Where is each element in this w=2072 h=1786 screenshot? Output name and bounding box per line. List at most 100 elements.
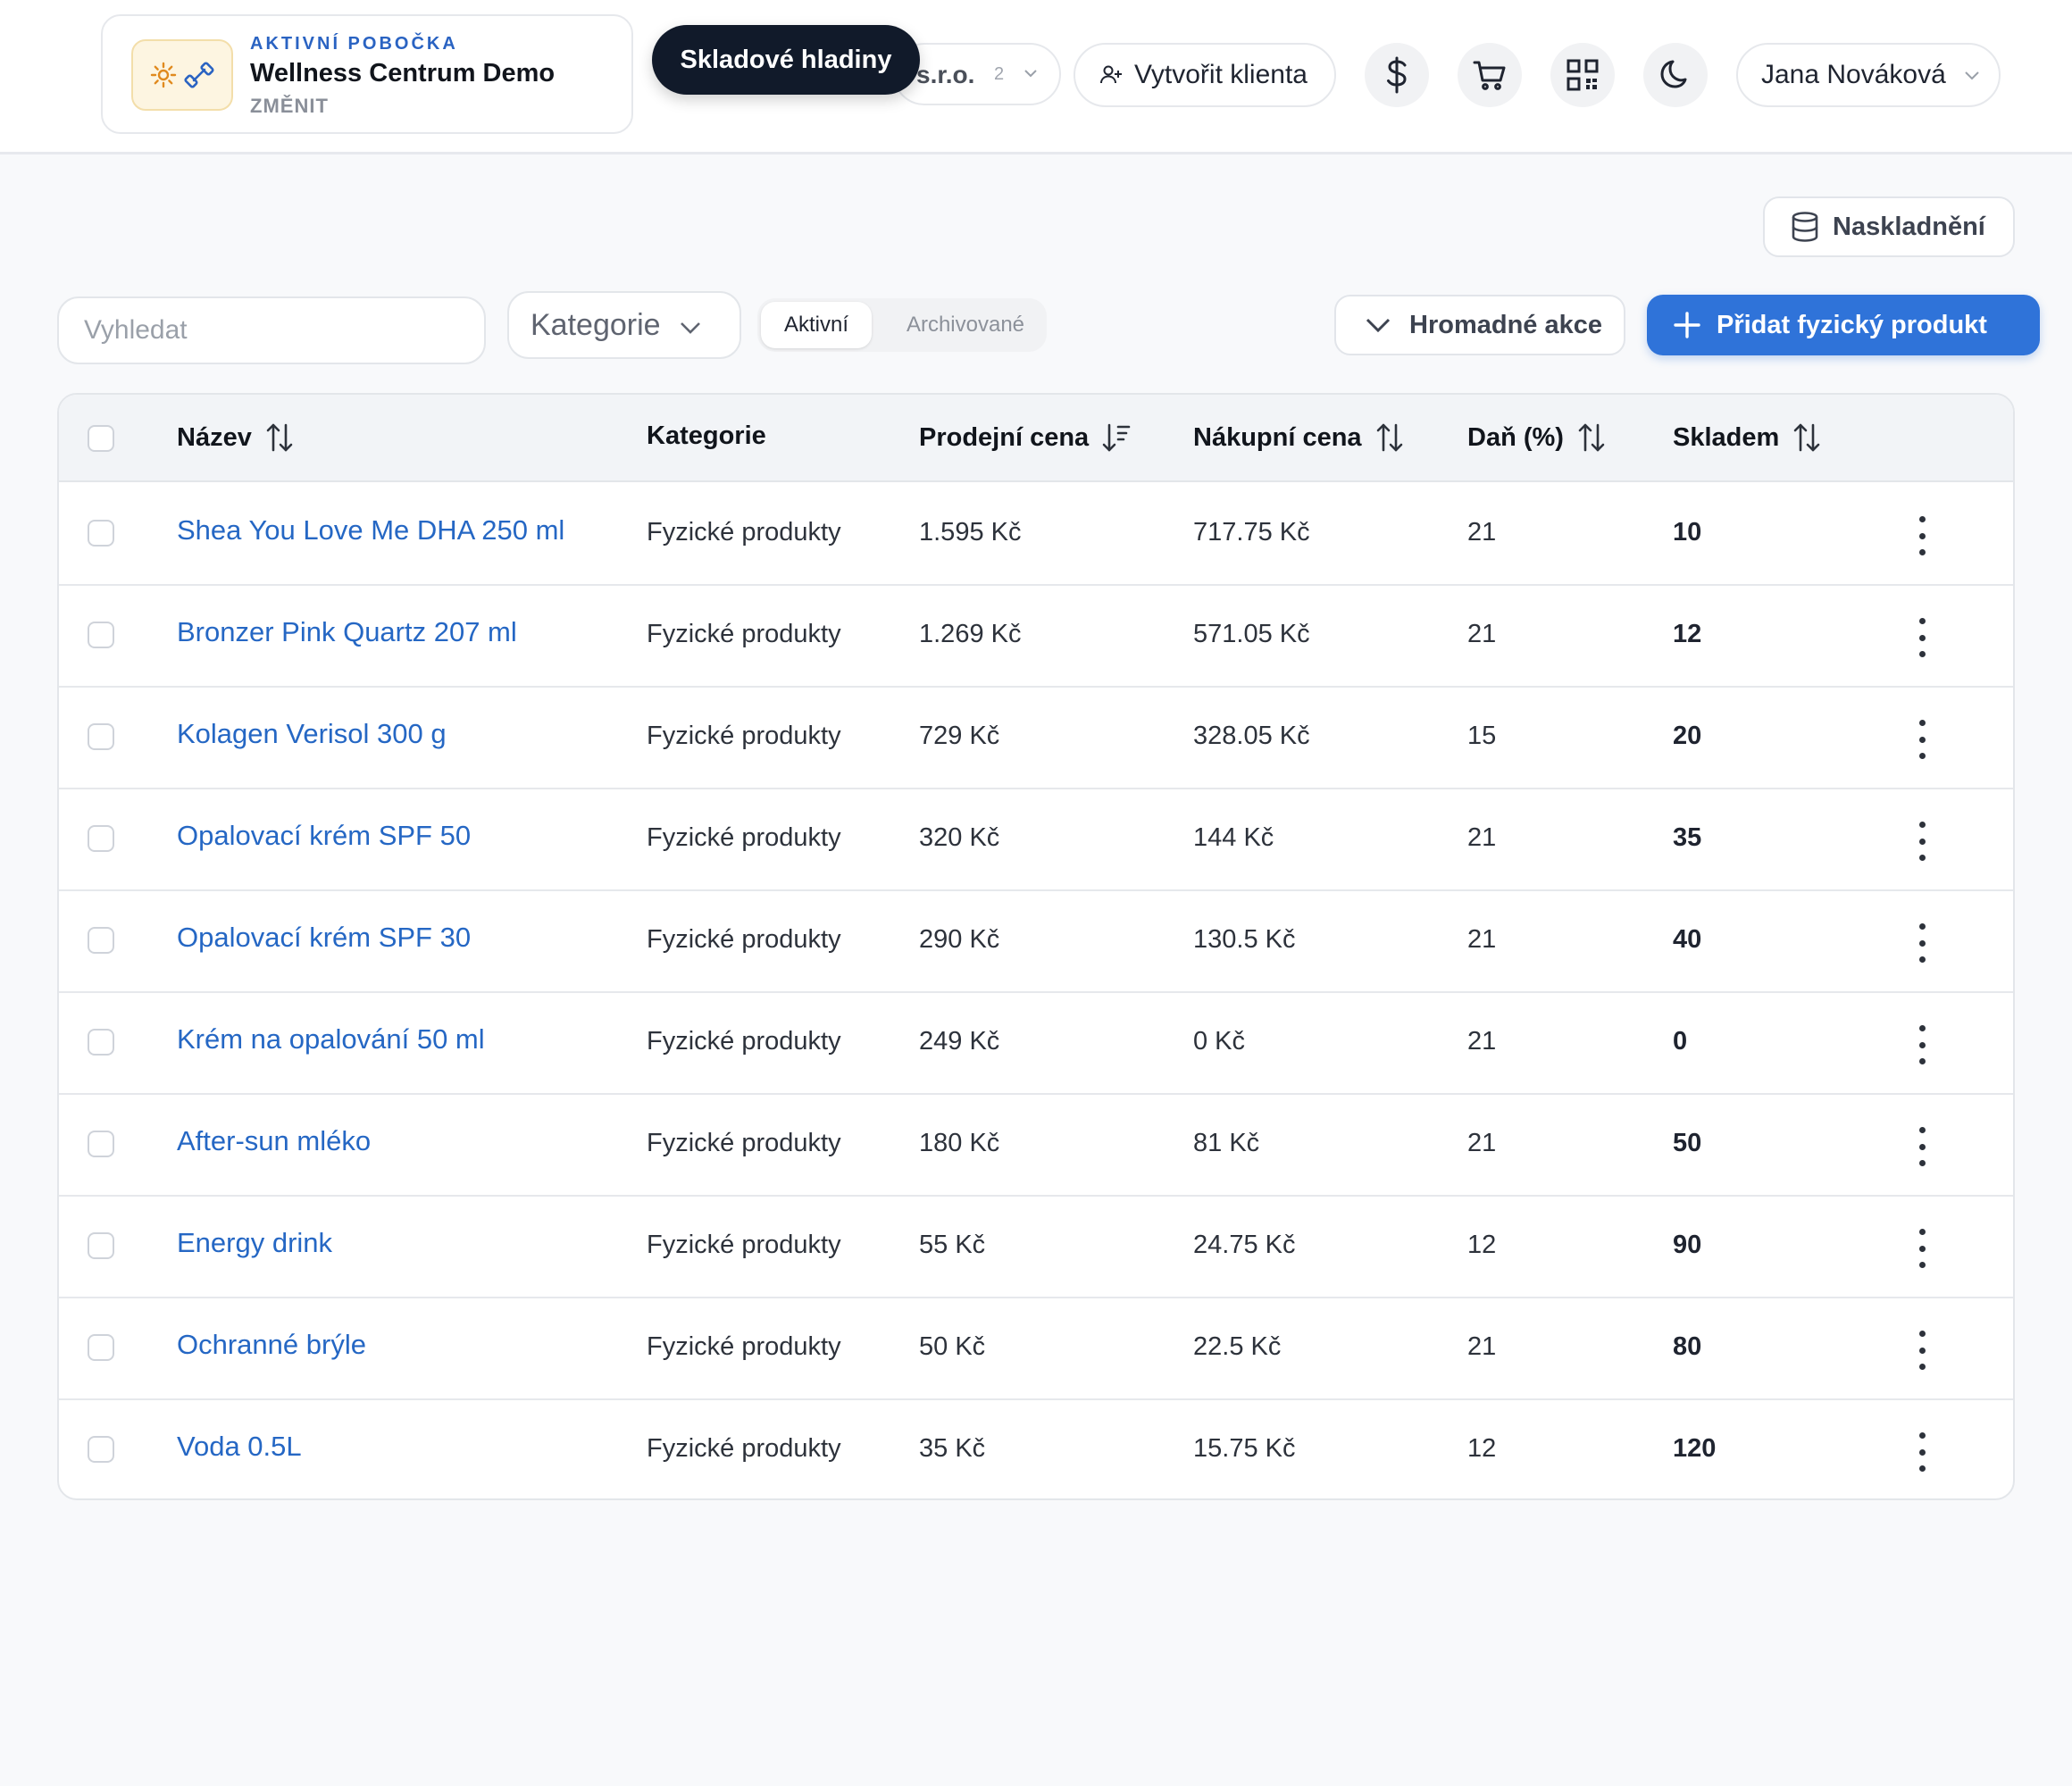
kebab-menu-icon[interactable] <box>1917 1229 1927 1268</box>
product-name-link[interactable]: After-sun mléko <box>177 1125 371 1157</box>
restock-button[interactable]: Naskladnění <box>1763 196 2015 257</box>
currency-button[interactable] <box>1365 43 1429 107</box>
select-all-checkbox[interactable] <box>88 425 114 452</box>
product-sale-price: 180 Kč <box>919 1129 1000 1157</box>
theme-toggle-button[interactable] <box>1643 43 1708 107</box>
product-tax: 12 <box>1467 1231 1497 1259</box>
column-header-category-label: Kategorie <box>647 421 766 450</box>
branch-label: AKTIVNÍ POBOČKA <box>250 34 458 54</box>
product-category: Fyzické produkty <box>647 1434 841 1463</box>
product-name-link[interactable]: Kolagen Verisol 300 g <box>177 718 447 750</box>
product-name-link[interactable]: Bronzer Pink Quartz 207 ml <box>177 616 517 648</box>
product-name-link[interactable]: Energy drink <box>177 1227 332 1259</box>
sort-icon <box>1578 423 1605 452</box>
cart-button[interactable] <box>1458 43 1522 107</box>
product-category: Fyzické produkty <box>647 1027 841 1056</box>
kebab-menu-icon[interactable] <box>1917 516 1927 555</box>
product-sale-price: 1.269 Kč <box>919 620 1022 648</box>
row-checkbox[interactable] <box>88 1436 114 1463</box>
row-checkbox[interactable] <box>88 927 114 954</box>
status-tabs: Aktivní Archivované <box>757 298 1047 352</box>
product-stock: 20 <box>1673 722 1702 750</box>
product-purchase-price: 24.75 Kč <box>1193 1231 1296 1259</box>
table-row: Opalovací krém SPF 30 Fyzické produkty 2… <box>59 889 2013 993</box>
product-purchase-price: 717.75 Kč <box>1193 518 1310 547</box>
kebab-menu-icon[interactable] <box>1917 1331 1927 1370</box>
column-header-name[interactable]: Název <box>177 421 295 454</box>
category-filter-select[interactable]: Kategorie <box>507 291 741 359</box>
table-row: Bronzer Pink Quartz 207 ml Fyzické produ… <box>59 584 2013 688</box>
product-stock: 90 <box>1673 1231 1702 1259</box>
product-sale-price: 35 Kč <box>919 1434 986 1463</box>
search-field[interactable] <box>57 296 486 364</box>
product-purchase-price: 571.05 Kč <box>1193 620 1310 648</box>
product-purchase-price: 144 Kč <box>1193 823 1274 852</box>
product-stock: 10 <box>1673 518 1702 547</box>
product-category: Fyzické produkty <box>647 518 841 547</box>
column-header-sale-price-label: Prodejní cena <box>919 422 1090 452</box>
product-sale-price: 729 Kč <box>919 722 1000 750</box>
product-purchase-price: 15.75 Kč <box>1193 1434 1296 1463</box>
kebab-menu-icon[interactable] <box>1917 1025 1927 1064</box>
row-checkbox[interactable] <box>88 520 114 547</box>
top-bar: AKTIVNÍ POBOČKA Wellness Centrum Demo ZM… <box>0 0 2072 154</box>
kebab-menu-icon[interactable] <box>1917 1127 1927 1166</box>
user-name: Jana Nováková <box>1761 60 1946 89</box>
qr-code-button[interactable] <box>1550 43 1615 107</box>
column-header-purchase-price[interactable]: Nákupní cena <box>1193 421 1405 454</box>
product-purchase-price: 130.5 Kč <box>1193 925 1296 954</box>
kebab-menu-icon[interactable] <box>1917 923 1927 963</box>
tooltip-stock-levels: Skladové hladiny <box>652 25 920 95</box>
product-name-link[interactable]: Voda 0.5L <box>177 1431 302 1463</box>
product-sale-price: 55 Kč <box>919 1231 986 1259</box>
active-branch-card[interactable]: AKTIVNÍ POBOČKA Wellness Centrum Demo ZM… <box>101 14 633 134</box>
create-client-button[interactable]: Vytvořit klienta <box>1074 43 1336 107</box>
product-tax: 21 <box>1467 1332 1497 1361</box>
column-header-tax[interactable]: Daň (%) <box>1467 421 1607 454</box>
column-header-sale-price[interactable]: Prodejní cena <box>919 421 1132 454</box>
product-sale-price: 249 Kč <box>919 1027 1000 1056</box>
kebab-menu-icon[interactable] <box>1917 618 1927 657</box>
tab-archived[interactable]: Archivované <box>890 302 1041 348</box>
kebab-menu-icon[interactable] <box>1917 720 1927 759</box>
row-checkbox[interactable] <box>88 723 114 750</box>
product-purchase-price: 81 Kč <box>1193 1129 1260 1157</box>
row-checkbox[interactable] <box>88 1232 114 1259</box>
user-menu-button[interactable]: Jana Nováková <box>1736 43 2001 107</box>
product-category: Fyzické produkty <box>647 620 841 648</box>
product-tax: 15 <box>1467 722 1497 750</box>
product-name-link[interactable]: Opalovací krém SPF 50 <box>177 820 471 852</box>
change-branch-link[interactable]: ZMĚNIT <box>250 95 329 118</box>
search-input[interactable] <box>82 314 461 346</box>
product-sale-price: 290 Kč <box>919 925 1000 954</box>
row-checkbox[interactable] <box>88 1334 114 1361</box>
product-category: Fyzické produkty <box>647 925 841 954</box>
kebab-menu-icon[interactable] <box>1917 822 1927 861</box>
row-checkbox[interactable] <box>88 1131 114 1157</box>
product-name-link[interactable]: Krém na opalování 50 ml <box>177 1023 485 1056</box>
qr-code-icon <box>1567 59 1599 91</box>
create-client-label: Vytvořit klienta <box>1134 60 1308 89</box>
table-row: Krém na opalování 50 ml Fyzické produkty… <box>59 991 2013 1095</box>
bulk-actions-button[interactable]: Hromadné akce <box>1334 295 1625 355</box>
product-name-link[interactable]: Opalovací krém SPF 30 <box>177 922 471 954</box>
database-icon <box>1792 212 1818 242</box>
row-checkbox[interactable] <box>88 825 114 852</box>
product-tax: 21 <box>1467 925 1497 954</box>
row-checkbox[interactable] <box>88 1029 114 1056</box>
tab-active[interactable]: Aktivní <box>761 302 872 348</box>
product-name-link[interactable]: Shea You Love Me DHA 250 ml <box>177 514 564 547</box>
restock-label: Naskladnění <box>1833 212 1985 241</box>
product-name-link[interactable]: Ochranné brýle <box>177 1329 366 1361</box>
add-physical-product-button[interactable]: Přidat fyzický produkt <box>1647 295 2040 355</box>
product-purchase-price: 22.5 Kč <box>1193 1332 1282 1361</box>
product-category: Fyzické produkty <box>647 1129 841 1157</box>
company-count-badge: 2 <box>994 64 1005 84</box>
row-checkbox[interactable] <box>88 622 114 648</box>
bulk-actions-label: Hromadné akce <box>1409 310 1602 339</box>
column-header-stock[interactable]: Skladem <box>1673 421 1822 454</box>
kebab-menu-icon[interactable] <box>1917 1432 1927 1472</box>
product-sale-price: 50 Kč <box>919 1332 986 1361</box>
table-row: Opalovací krém SPF 50 Fyzické produkty 3… <box>59 788 2013 891</box>
product-stock: 120 <box>1673 1434 1717 1463</box>
